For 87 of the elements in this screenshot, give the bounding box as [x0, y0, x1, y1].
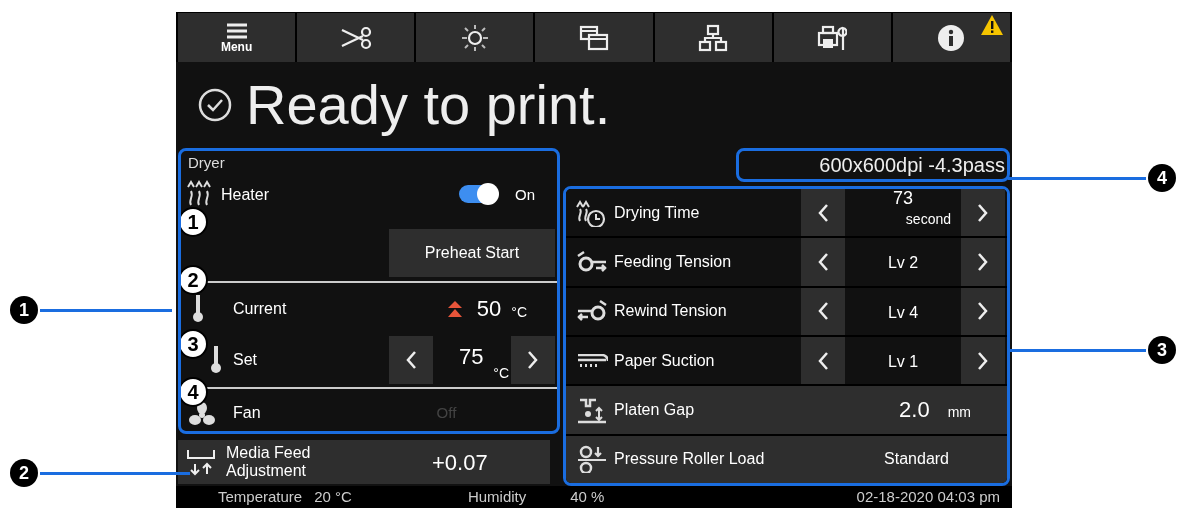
setting-label: Fan: [233, 402, 261, 423]
cutter-button[interactable]: [297, 13, 415, 62]
chevron-left-icon: [406, 350, 416, 369]
increase-button[interactable]: [961, 238, 1005, 286]
fan-icon: [189, 401, 215, 428]
unit-label: second: [905, 210, 951, 229]
chevron-right-icon: [978, 203, 988, 222]
drying-time-icon: [576, 198, 608, 227]
decrease-button[interactable]: [801, 287, 845, 335]
setting-label: Platen Gap: [614, 399, 695, 420]
chevron-left-icon: [818, 253, 828, 271]
setting-value: +0.07: [432, 448, 488, 477]
decrease-button[interactable]: [801, 238, 845, 286]
humidity-value: 40 %: [570, 486, 605, 507]
setting-value: Lv 4: [886, 302, 920, 323]
callout-number: 2: [10, 459, 38, 487]
increase-button[interactable]: [961, 287, 1005, 335]
windows-button[interactable]: [535, 13, 653, 62]
check-circle-icon: [198, 88, 232, 122]
setting-row[interactable]: Pressure Roller Load Standard: [566, 435, 1007, 483]
circled-number: 2: [181, 264, 208, 295]
unit-label: °C: [493, 363, 509, 383]
unit-label: °C: [511, 303, 527, 322]
circled-number: 4: [181, 376, 208, 407]
windows-icon: [579, 23, 609, 52]
date-time: 02-18-2020 04:03 pm: [856, 486, 1000, 507]
setting-label: Current: [233, 298, 287, 319]
set-temperature: 75: [459, 342, 484, 371]
chevron-right-icon: [528, 350, 538, 369]
setting-value: Lv 1: [886, 352, 920, 372]
thermometer-icon: [193, 295, 203, 322]
info-button[interactable]: [892, 13, 1010, 62]
footer-label: Humidity: [467, 486, 527, 507]
toggle-state: On: [515, 184, 535, 205]
rising-icon: [446, 299, 463, 318]
setting-label: Heater: [221, 184, 270, 205]
print-mode-label: 600x600dpi -4.3pass: [736, 148, 1010, 182]
increase-button[interactable]: [511, 335, 555, 384]
network-icon: [698, 23, 729, 52]
setting-value: Lv 2: [886, 253, 920, 274]
setting-label: Feeding Tension: [614, 252, 732, 272]
chevron-right-icon: [978, 253, 988, 271]
heat-icon: [187, 178, 211, 207]
setting-label: Set: [233, 349, 257, 370]
pressure-roller-icon: [576, 445, 608, 474]
setting-label: Paper Suction: [614, 350, 715, 371]
increase-button[interactable]: [961, 189, 1005, 237]
panel-title: Dryer: [188, 153, 225, 173]
media-feed-icon: [186, 448, 216, 476]
chevron-left-icon: [818, 302, 828, 321]
toggle-switch[interactable]: [459, 184, 497, 203]
maintenance-button[interactable]: [773, 13, 891, 62]
decrease-button[interactable]: [389, 335, 433, 384]
unit-label: mm: [947, 403, 971, 423]
circled-number: 1: [181, 206, 208, 237]
callout-number: 3: [1148, 336, 1176, 364]
menu-icon: [225, 22, 248, 39]
chevron-right-icon: [978, 351, 988, 370]
temperature-value: 20 °C: [314, 486, 352, 507]
setting-label: Drying Time: [614, 202, 700, 223]
current-temperature: 50: [476, 295, 502, 323]
setting-value: 73: [892, 189, 914, 210]
preheat-start-button[interactable]: Preheat Start: [389, 228, 555, 277]
menu-button[interactable]: Menu: [178, 13, 296, 62]
callout-number: 1: [10, 296, 38, 324]
setting-value: Standard: [884, 449, 949, 470]
info-icon: [937, 23, 966, 52]
printer-wrench-icon: [817, 23, 848, 52]
setting-label: Rewind Tension: [614, 301, 727, 322]
increase-button[interactable]: [961, 337, 1005, 385]
setting-label: Media Feed Adjustment: [226, 444, 312, 480]
decrease-button[interactable]: [801, 337, 845, 385]
decrease-button[interactable]: [801, 189, 845, 237]
thermometer-icon: [211, 346, 221, 373]
light-button[interactable]: [416, 13, 534, 62]
callout-number: 4: [1148, 164, 1176, 192]
chevron-left-icon: [818, 351, 828, 370]
media-feed-row[interactable]: Media Feed Adjustment +0.07: [178, 440, 550, 484]
network-button[interactable]: [654, 13, 772, 62]
chevron-right-icon: [978, 302, 988, 321]
chevron-left-icon: [818, 203, 828, 222]
setting-row[interactable]: Platen Gap 2.0 mm: [566, 386, 1007, 434]
circled-number: 3: [181, 328, 208, 359]
footer-label: Temperature: [218, 486, 303, 507]
setting-label: Pressure Roller Load: [614, 449, 765, 470]
setting-value: 2.0: [899, 396, 930, 425]
suction-icon: [576, 353, 608, 368]
